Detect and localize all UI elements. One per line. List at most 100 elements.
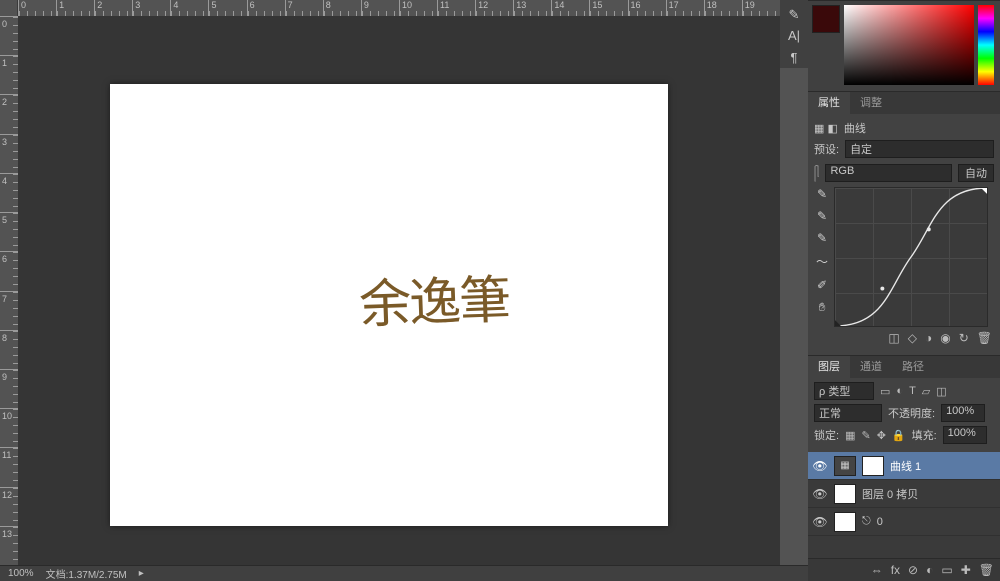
hue-slider[interactable] — [978, 5, 994, 85]
layer-name[interactable]: 0 — [877, 516, 883, 528]
lock-position-icon[interactable]: ✎ — [861, 429, 870, 442]
adjustment-layer-icon[interactable]: ◐ — [926, 563, 933, 577]
ruler-horizontal[interactable]: 012345678910111213141516171819 — [18, 0, 780, 16]
layer-name[interactable]: 曲线 1 — [890, 458, 921, 474]
layer-mask-thumb[interactable] — [862, 456, 884, 476]
ruler-vertical[interactable]: 012345678910111213 — [0, 16, 18, 565]
opacity-input[interactable]: 100% — [941, 404, 985, 422]
foreground-color-swatch[interactable] — [812, 5, 840, 33]
layer-item-base[interactable]: 👁 ⎋ 0 — [808, 508, 1000, 536]
ruler-tick: 5 — [0, 212, 18, 251]
toggle-visibility-icon[interactable]: ◑ — [925, 331, 932, 345]
layer-fx-icon[interactable]: fx — [891, 563, 900, 577]
curves-label: 曲线 — [844, 120, 866, 136]
ruler-tick: 2 — [94, 0, 132, 16]
ruler-tick: 12 — [0, 487, 18, 526]
ruler-tick: 1 — [0, 55, 18, 94]
tab-adjustments[interactable]: 调整 — [850, 92, 892, 114]
zoom-level[interactable]: 100% — [8, 568, 34, 579]
link-icon: ⎋ — [862, 515, 871, 528]
layers-panel: 图层 通道 路径 ρ 类型 ▭ ◐ T ▱ ◫ 正常 不透明度: 100% 锁定… — [808, 355, 1000, 581]
auto-button[interactable]: 自动 — [958, 164, 994, 182]
curve-hand-icon[interactable]: ✋︎ — [814, 300, 830, 315]
ruler-tick: 10 — [0, 408, 18, 447]
tab-channels[interactable]: 通道 — [850, 356, 892, 378]
tab-layers[interactable]: 图层 — [808, 356, 850, 378]
ruler-tick: 3 — [0, 134, 18, 173]
reset-icon[interactable]: ↻ — [959, 331, 969, 345]
preset-dropdown[interactable]: 自定 — [845, 140, 994, 158]
layer-item-curves[interactable]: 👁 ▦ 曲线 1 — [808, 452, 1000, 480]
ruler-tick: 1 — [56, 0, 94, 16]
fill-input[interactable]: 100% — [943, 426, 987, 444]
eyedropper-icon[interactable]: 𓋴 — [814, 162, 819, 183]
ruler-tick: 3 — [132, 0, 170, 16]
trash-icon[interactable]: 🗑 — [979, 563, 994, 577]
link-layers-icon[interactable]: ⇔ — [871, 563, 883, 577]
fill-label: 填充: — [912, 427, 937, 443]
ruler-tick: 13 — [0, 526, 18, 565]
curves-graph[interactable] — [834, 187, 988, 327]
layer-thumb[interactable] — [834, 484, 856, 504]
blend-mode-dropdown[interactable]: 正常 — [814, 404, 882, 422]
trash-icon[interactable]: 🗑 — [977, 331, 992, 345]
tab-paths[interactable]: 路径 — [892, 356, 934, 378]
layers-footer: ⇔ fx ⊘ ◐ ▭ ✚ 🗑 — [808, 558, 1000, 581]
layer-mask-icon[interactable]: ⊘ — [908, 563, 918, 577]
ruler-tick: 2 — [0, 94, 18, 133]
filter-shape-icon[interactable]: ▱ — [922, 385, 930, 398]
paragraph-icon[interactable]: ¶ — [782, 49, 806, 66]
ruler-tick: 17 — [666, 0, 704, 16]
filter-adjustment-icon[interactable]: ◐ — [896, 385, 903, 397]
layer-item-copy[interactable]: 👁 图层 0 拷贝 — [808, 480, 1000, 508]
layers-list: 👁 ▦ 曲线 1 👁 图层 0 拷贝 👁 ⎋ 0 — [808, 452, 1000, 536]
ruler-tick: 6 — [247, 0, 285, 16]
ruler-tick: 18 — [704, 0, 742, 16]
curve-black-eyedropper-icon[interactable]: ✎ — [814, 231, 830, 245]
layer-kind-dropdown[interactable]: ρ 类型 — [814, 382, 874, 400]
channel-dropdown[interactable]: RGB — [825, 164, 952, 182]
ruler-tick: 0 — [18, 0, 56, 16]
opacity-label: 不透明度: — [888, 405, 935, 421]
visibility-toggle-icon[interactable]: 👁 — [812, 459, 828, 473]
layer-adjustment-thumb[interactable]: ▦ — [834, 456, 856, 476]
text-tool-icon[interactable]: A| — [782, 27, 806, 44]
lock-move-icon[interactable]: ✥ — [877, 429, 886, 442]
ruler-tick: 8 — [0, 330, 18, 369]
tab-properties[interactable]: 属性 — [808, 92, 850, 114]
ruler-tick: 16 — [628, 0, 666, 16]
color-field[interactable] — [844, 5, 974, 85]
ruler-tick: 0 — [0, 16, 18, 55]
pencil-icon[interactable]: ✎ — [782, 6, 806, 23]
ruler-tick: 7 — [285, 0, 323, 16]
visibility-toggle-icon[interactable]: 👁 — [812, 487, 828, 501]
right-panels-column: 属性 调整 ▦ ◧ 曲线 预设: 自定 𓋴 RGB 自动 ✎ ✎ ✎ — [808, 0, 1000, 581]
status-bar: 100% 文档:1.37M/2.75M ▸ — [0, 565, 808, 581]
layer-thumb[interactable] — [834, 512, 856, 532]
clip-icon[interactable]: ◫ — [888, 331, 899, 345]
canvas-workspace[interactable]: 余逸筆 — [18, 16, 780, 565]
lock-pixels-icon[interactable]: ▦ — [845, 429, 855, 442]
curve-gray-eyedropper-icon[interactable]: ✎ — [814, 209, 830, 223]
filter-type-icon[interactable]: T — [909, 385, 916, 397]
ruler-tick: 13 — [513, 0, 551, 16]
group-icon[interactable]: ▭ — [941, 563, 952, 577]
layer-name[interactable]: 图层 0 拷贝 — [862, 486, 918, 502]
curve-pencil-icon[interactable]: ✐ — [814, 278, 830, 292]
doc-size: 文档:1.37M/2.75M — [46, 566, 127, 581]
lock-all-icon[interactable]: 🔒 — [892, 429, 906, 442]
previous-state-icon[interactable]: ◇ — [908, 331, 917, 345]
curve-white-eyedropper-icon[interactable]: ✎ — [814, 187, 830, 201]
filter-smart-icon[interactable]: ◫ — [936, 385, 946, 398]
curves-tool-column: ✎ ✎ ✎ 〜 ✐ ✋︎ — [814, 187, 830, 327]
view-previous-icon[interactable]: ◉ — [940, 331, 950, 345]
ruler-tick: 4 — [0, 173, 18, 212]
lock-label: 锁定: — [814, 427, 839, 443]
ruler-tick: 4 — [170, 0, 208, 16]
visibility-toggle-icon[interactable]: 👁 — [812, 515, 828, 529]
status-arrow-icon[interactable]: ▸ — [139, 568, 144, 579]
filter-pixel-icon[interactable]: ▭ — [880, 385, 890, 398]
document-canvas[interactable]: 余逸筆 — [110, 84, 668, 526]
new-layer-icon[interactable]: ✚ — [961, 563, 971, 577]
curve-smooth-icon[interactable]: 〜 — [814, 253, 830, 270]
